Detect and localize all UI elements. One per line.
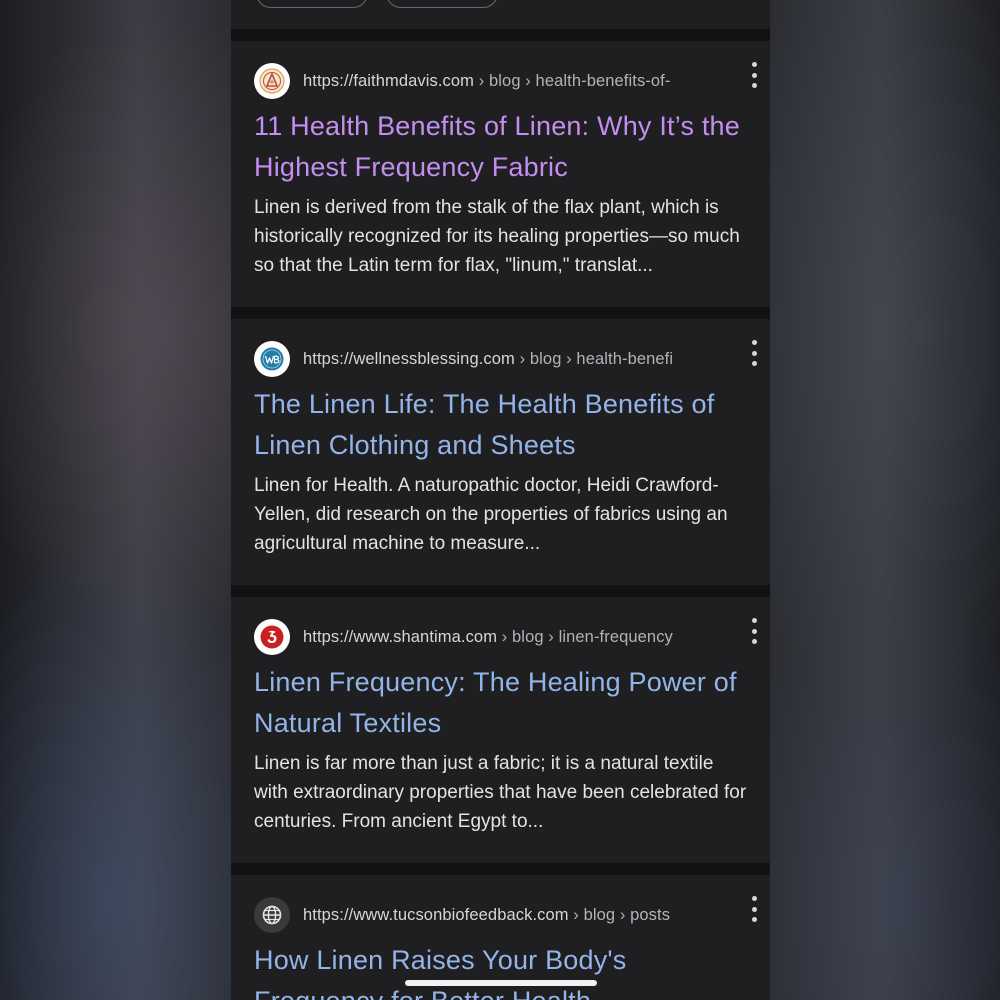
- faithmdavis-logo-icon: [254, 63, 290, 99]
- filter-chip[interactable]: [256, 0, 368, 8]
- result-snippet: Linen for Health. A naturopathic doctor,…: [254, 475, 728, 554]
- more-options-icon[interactable]: [748, 340, 760, 366]
- result-url[interactable]: https://www.tucsonbiofeedback.com › blog…: [303, 906, 703, 925]
- globe-icon: [254, 897, 290, 933]
- more-options-icon[interactable]: [748, 896, 760, 922]
- result-url[interactable]: https://wellnessblessing.com › blog › he…: [303, 350, 697, 369]
- more-options-icon[interactable]: [748, 618, 760, 644]
- result-title-link[interactable]: 11 Health Benefits of Linen: Why It’s th…: [254, 106, 754, 188]
- search-result-card: https://wellnessblessing.com › blog › he…: [231, 319, 770, 585]
- shantima-logo-icon: [254, 619, 290, 655]
- search-result-card: https://faithmdavis.com › blog › health-…: [231, 41, 770, 307]
- search-result-card: https://www.shantima.com › blog › linen-…: [231, 597, 770, 863]
- search-results-screen: https://faithmdavis.com › blog › health-…: [231, 0, 770, 1000]
- result-snippet: Linen is far more than just a fabric; it…: [254, 753, 747, 832]
- result-snippet: Linen is derived from the stalk of the f…: [254, 197, 740, 276]
- wellnessblessing-logo-icon: [254, 341, 290, 377]
- result-title-link[interactable]: How Linen Raises Your Body's Frequency f…: [254, 940, 754, 1000]
- home-indicator[interactable]: [405, 980, 597, 986]
- more-options-icon[interactable]: [748, 62, 760, 88]
- result-title-link[interactable]: Linen Frequency: The Healing Power of Na…: [254, 662, 754, 744]
- filter-chip[interactable]: [386, 0, 498, 8]
- result-title-link[interactable]: The Linen Life: The Health Benefits of L…: [254, 384, 754, 466]
- result-url[interactable]: https://www.shantima.com › blog › linen-…: [303, 628, 703, 647]
- filter-chips-bar: [231, 0, 770, 29]
- result-url[interactable]: https://faithmdavis.com › blog › health-…: [303, 72, 703, 91]
